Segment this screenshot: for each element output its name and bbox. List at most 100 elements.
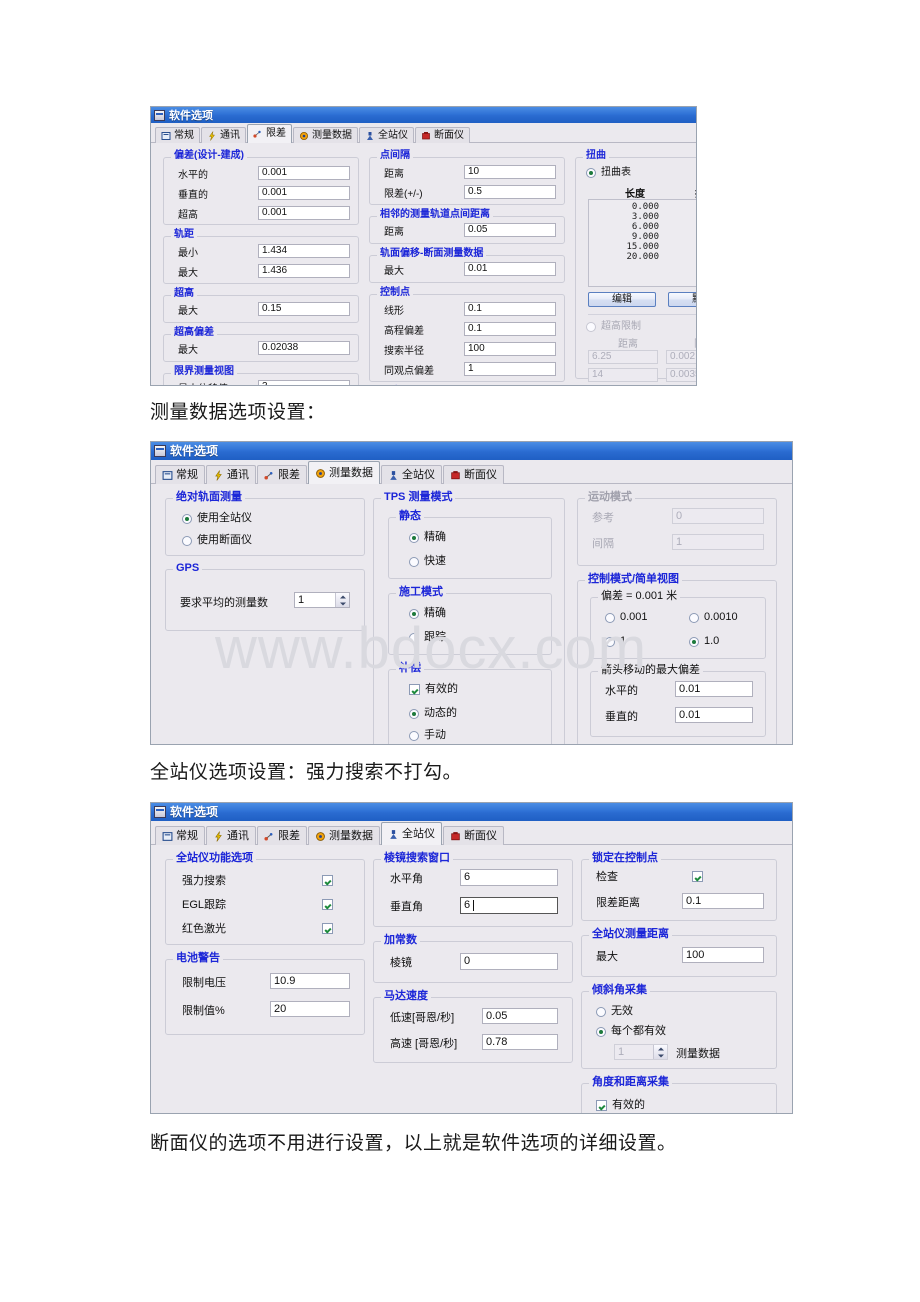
add-constant-prism-input[interactable]: 0 — [460, 953, 558, 970]
checkbox-lock-check[interactable] — [692, 871, 703, 882]
checkbox-compensate-enabled-label: 有效的 — [425, 683, 458, 695]
tab-profiler[interactable]: 断面仪 — [415, 127, 470, 143]
tab-general[interactable]: 常规 — [155, 465, 205, 484]
group-tilt-collect: 倾斜角采集 无效 每个都有效 1 测量数据 — [581, 985, 777, 1069]
list-item[interactable]: 20.000 3.400 — [589, 252, 696, 262]
tab-general[interactable]: 常规 — [155, 826, 205, 845]
tab-total-station-label: 全站仪 — [402, 468, 435, 481]
tab-tolerance[interactable]: 限差 — [247, 124, 292, 143]
superelevation-row-0-label: 最大 — [178, 306, 198, 317]
checkbox-red-laser[interactable] — [322, 923, 333, 934]
radio-compensate-manual[interactable]: 手动 — [409, 730, 446, 741]
list-item[interactable]: 0.000 6.500 — [589, 202, 696, 212]
list-item[interactable]: 6.000 5.500 — [589, 222, 696, 232]
tab-profiler[interactable]: 断面仪 — [443, 826, 504, 845]
group-lock-control-point-label: 锁定在控制点 — [589, 853, 661, 864]
radio-unit-0001[interactable]: 0.001 — [605, 612, 648, 623]
prism-horizontal-angle-input[interactable]: 6 — [460, 869, 558, 886]
motion-mode-row-1-input[interactable]: 1 — [672, 534, 764, 550]
deviation-row-1-input[interactable]: 0.001 — [258, 186, 350, 200]
superelevation-dev-row-0-input[interactable]: 0.02038 — [258, 341, 350, 355]
list-item[interactable]: 3.000 6.500 — [589, 212, 696, 222]
checkbox-compensate-enabled[interactable]: 有效的 — [409, 684, 458, 695]
twist-listbox[interactable]: 0.000 6.500 3.000 6.500 6.000 5.500 9.00… — [588, 199, 696, 287]
motion-mode-row-0-input[interactable]: 0 — [672, 508, 764, 524]
lock-tolerance-distance-input[interactable]: 0.1 — [682, 893, 764, 909]
group-gps-label: GPS — [173, 563, 203, 574]
radio-unit-10[interactable]: 1.0 — [689, 636, 719, 647]
tab-general[interactable]: 常规 — [155, 127, 200, 143]
battery-row-1-input[interactable]: 20 — [270, 1001, 350, 1017]
radio-compensate-manual-label: 手动 — [424, 729, 446, 741]
radio-construction-tracking[interactable]: 跟踪 — [409, 632, 446, 643]
control-point-row-3-input[interactable]: 1 — [464, 362, 556, 376]
radio-static-fast[interactable]: 快速 — [409, 556, 446, 567]
adjacent-spacing-row-0-input[interactable]: 0.05 — [464, 223, 556, 237]
radio-superelevation-limit[interactable]: 超高限制 — [586, 322, 641, 332]
point-spacing-row-0-input[interactable]: 10 — [464, 165, 556, 179]
list-item[interactable]: 15.000 3.700 — [589, 242, 696, 252]
arrow-row-0-input[interactable]: 0.01 — [675, 681, 753, 697]
limit-row-0-distance[interactable]: 6.25 — [588, 350, 658, 364]
limit-view-row-0-input[interactable]: 3 — [258, 380, 350, 385]
point-spacing-row-1-input[interactable]: 0.5 — [464, 185, 556, 199]
control-point-row-1-input[interactable]: 0.1 — [464, 322, 556, 336]
arrow-row-1-input[interactable]: 0.01 — [675, 707, 753, 723]
tab-measure-data[interactable]: 测量数据 — [308, 826, 380, 845]
tab-tolerance[interactable]: 限差 — [257, 465, 307, 484]
battery-row-0-input[interactable]: 10.9 — [270, 973, 350, 989]
tab-tolerance[interactable]: 限差 — [257, 826, 307, 845]
motor-high-speed-input[interactable]: 0.78 — [482, 1034, 558, 1050]
stepper-arrows[interactable] — [653, 1045, 667, 1059]
motor-low-speed-input[interactable]: 0.05 — [482, 1008, 558, 1024]
control-point-row-2-input[interactable]: 100 — [464, 342, 556, 356]
checkbox-egl-tracking[interactable] — [322, 899, 333, 910]
group-motor-speed: 马达速度 低速[哥恩/秒] 0.05 高速 [哥恩/秒] 0.78 — [373, 991, 573, 1063]
limit-header-limit: 限制 — [694, 340, 696, 350]
limit-row-1-limit[interactable]: 0.0035 — [666, 368, 696, 382]
radio-tilt-disabled[interactable]: 无效 — [596, 1006, 633, 1017]
radio-static-precise[interactable]: 精确 — [409, 532, 446, 543]
prism-vertical-angle-input[interactable]: 6 — [460, 897, 558, 914]
limit-row-0-limit[interactable]: 0.002 — [666, 350, 696, 364]
radio-construction-precise[interactable]: 精确 — [409, 608, 446, 619]
control-point-row-0-input[interactable]: 0.1 — [464, 302, 556, 316]
gps-average-count-stepper[interactable]: 1 — [294, 592, 350, 608]
default-button[interactable]: 默认 — [668, 292, 696, 307]
rail-offset-row-0-input[interactable]: 0.01 — [464, 262, 556, 276]
deviation-row-2-input[interactable]: 0.001 — [258, 206, 350, 220]
radio-use-profiler[interactable]: 使用断面仪 — [182, 535, 252, 546]
gauge-row-0-input[interactable]: 1.434 — [258, 244, 350, 258]
limit-row-1-distance[interactable]: 14 — [588, 368, 658, 382]
tab-measure-data[interactable]: 测量数据 — [308, 461, 380, 484]
tab-comm[interactable]: 通讯 — [201, 127, 246, 143]
group-superelevation: 超高 最大 0.15 — [163, 289, 359, 323]
checkbox-angle-distance-enabled[interactable]: 有效的 — [596, 1100, 645, 1111]
radio-twist-table[interactable]: 扭曲表 — [586, 168, 631, 178]
tab-profiler[interactable]: 断面仪 — [443, 465, 504, 484]
radio-compensate-dynamic[interactable]: 动态的 — [409, 708, 457, 719]
deviation-row-0-input[interactable]: 0.001 — [258, 166, 350, 180]
measure-distance-max-input[interactable]: 100 — [682, 947, 764, 963]
tab-measure-data[interactable]: 测量数据 — [293, 127, 358, 143]
superelevation-row-0-input[interactable]: 0.15 — [258, 302, 350, 316]
tab-comm[interactable]: 通讯 — [206, 465, 256, 484]
tilt-count-stepper[interactable]: 1 — [614, 1044, 668, 1060]
tab-total-station[interactable]: 全站仪 — [359, 127, 414, 143]
radio-unit-1[interactable]: 1 — [605, 636, 626, 647]
stepper-arrows[interactable] — [335, 593, 349, 607]
checkbox-strong-search[interactable] — [322, 875, 333, 886]
gauge-row-1-input[interactable]: 1.436 — [258, 264, 350, 278]
tab-total-station-label: 全站仪 — [378, 129, 408, 141]
list-item[interactable]: 9.000 4.500 — [589, 232, 696, 242]
radio-dot-icon — [409, 532, 419, 543]
tab-comm[interactable]: 通讯 — [206, 826, 256, 845]
radio-use-total-station[interactable]: 使用全站仪 — [182, 513, 252, 524]
point-spacing-row-0-label: 距离 — [384, 169, 404, 180]
radio-unit-00010[interactable]: 0.0010 — [689, 612, 738, 623]
tab-total-station[interactable]: 全站仪 — [381, 465, 442, 484]
radio-tilt-each-enabled[interactable]: 每个都有效 — [596, 1026, 666, 1037]
tab-total-station[interactable]: 全站仪 — [381, 822, 442, 845]
edit-button[interactable]: 编辑 — [588, 292, 656, 307]
tab-general-label: 常规 — [174, 129, 194, 141]
